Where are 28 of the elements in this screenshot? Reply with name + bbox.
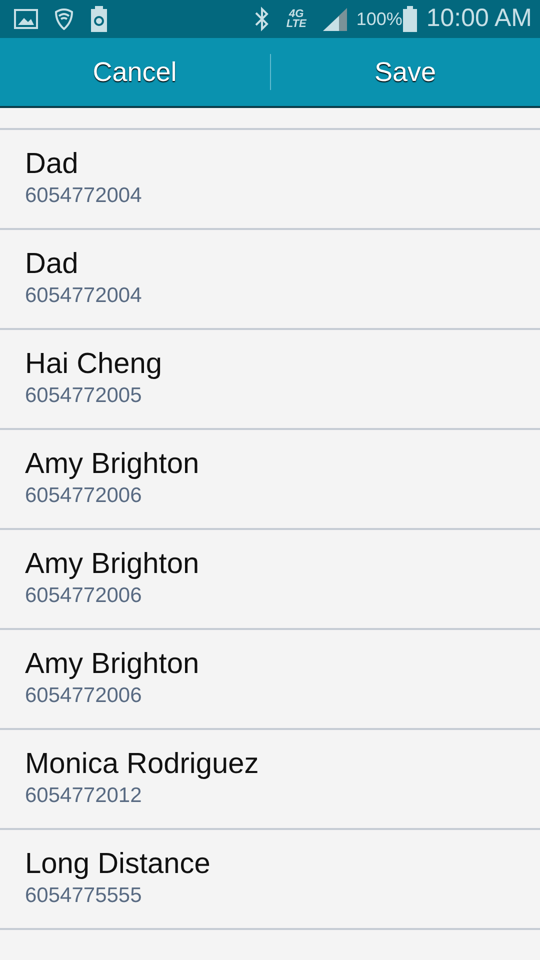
bluetooth-icon [254,6,270,32]
battery-percent: 100% [356,8,402,30]
contact-number: 6054772006 [25,583,143,609]
save-button[interactable]: Save [270,38,540,106]
contact-number: 6054772004 [25,183,143,209]
contact-name: Amy Brighton [25,447,200,482]
contact-number: 6054772012 [25,783,143,809]
battery-recycle-icon [90,6,108,32]
signal-icon [322,7,348,31]
contact-number: 6054772004 [25,283,143,309]
contact-number: 6054772006 [25,483,143,509]
shield-wifi-icon [54,8,74,30]
network-type-label: LTE [286,19,306,29]
contact-number: 6054772005 [25,383,143,409]
cancel-button[interactable]: Cancel [0,38,270,106]
contact-number: 6054772006 [25,683,143,709]
contact-name: Long Distance [25,847,212,882]
contact-name: Hai Cheng [25,347,164,382]
contact-name: Amy Brighton [25,647,200,682]
contact-name: Dad [25,247,80,282]
network-type-label: 4G [288,9,304,19]
battery-icon [402,6,418,32]
picture-icon [14,9,38,29]
clock-time: 10:00 AM [426,3,532,34]
contact-name: Dad [25,147,80,182]
contact-number: 6054775555 [25,883,143,909]
contact-name: Amy Brighton [25,547,200,582]
contact-name: Monica Rodriguez [25,747,260,782]
